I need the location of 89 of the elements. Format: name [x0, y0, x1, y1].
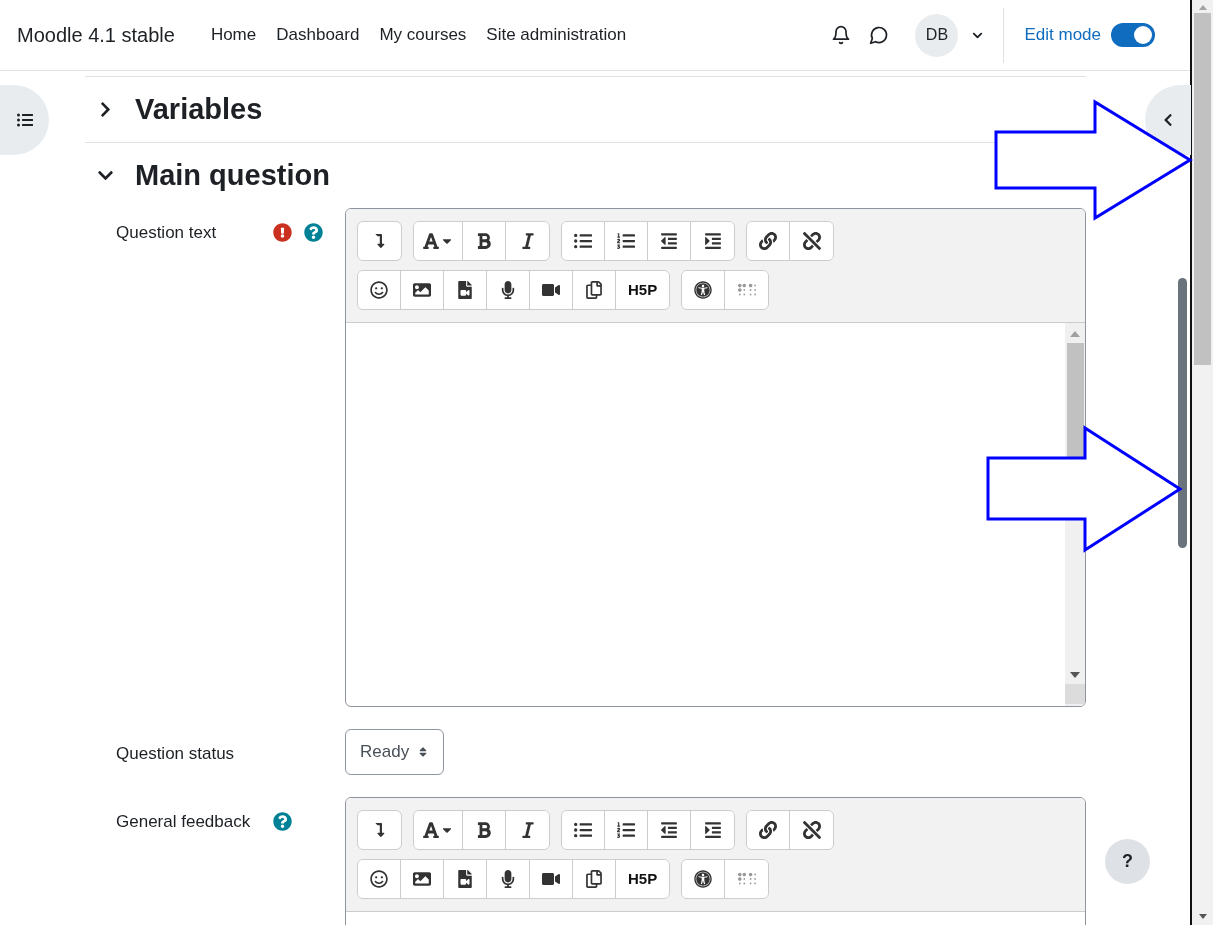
media-button[interactable]: [444, 860, 487, 898]
unlink-icon: [802, 821, 821, 839]
link-button[interactable]: [747, 222, 790, 260]
user-avatar[interactable]: DB: [915, 13, 959, 57]
link-button[interactable]: [747, 811, 790, 849]
nav-link[interactable]: My courses: [379, 22, 467, 48]
h5p-button[interactable]: H5P: [616, 271, 670, 309]
indent-icon: [703, 821, 722, 839]
bullet-list-icon: [574, 821, 592, 839]
nav-link[interactable]: Home: [210, 22, 257, 48]
field-label: Question text: [116, 222, 218, 244]
outdent-button[interactable]: [648, 811, 691, 849]
bold-icon: [475, 232, 493, 250]
help-icon[interactable]: [304, 223, 323, 242]
bullet-list-button[interactable]: [562, 811, 605, 849]
numbered-list-icon: [617, 821, 635, 839]
font-icon: [422, 232, 440, 250]
indent-button[interactable]: [691, 222, 734, 260]
manage-files-button[interactable]: [573, 271, 616, 309]
status-select[interactable]: Ready: [345, 729, 445, 775]
numbered-list-button[interactable]: [605, 811, 648, 849]
image-icon: [413, 870, 431, 888]
course-index-button[interactable]: [0, 85, 49, 155]
italic-button[interactable]: [506, 811, 549, 849]
outdent-button[interactable]: [648, 222, 691, 260]
nav-link[interactable]: Dashboard: [276, 22, 360, 48]
outdent-icon: [660, 821, 678, 839]
numbered-list-icon: [617, 232, 635, 250]
site-name[interactable]: Moodle 4.1 stable: [17, 20, 175, 50]
unlink-icon: [802, 232, 821, 250]
video-camera-icon: [542, 281, 560, 299]
edit-mode-label[interactable]: Edit mode: [1024, 22, 1101, 48]
section-heading[interactable]: Main question: [135, 153, 330, 198]
bold-icon: [475, 821, 493, 839]
indent-icon: [703, 232, 722, 250]
bullet-list-icon: [574, 232, 592, 250]
video-file-icon: [456, 281, 474, 299]
unlink-button[interactable]: [790, 222, 833, 260]
image-button[interactable]: [401, 860, 444, 898]
microphone-icon: [499, 281, 517, 299]
page-scrollbar-thumb[interactable]: [1178, 278, 1187, 548]
files-icon: [585, 281, 603, 299]
collapse-button[interactable]: [357, 810, 402, 850]
manage-files-button[interactable]: [573, 860, 616, 898]
smiley-icon: [370, 281, 388, 299]
nav-link[interactable]: Site administration: [486, 22, 627, 48]
bold-button[interactable]: [463, 222, 506, 260]
link-icon: [759, 821, 777, 839]
record-video-button[interactable]: [530, 860, 573, 898]
font-icon: [422, 821, 440, 839]
browser-scrollbar[interactable]: [1190, 0, 1213, 925]
list-icon: [16, 112, 33, 128]
emoji-button[interactable]: [358, 271, 401, 309]
record-audio-button[interactable]: [487, 271, 530, 309]
h5p-button[interactable]: H5P: [616, 860, 670, 898]
video-camera-icon: [542, 870, 560, 888]
section-heading[interactable]: Variables: [135, 87, 263, 132]
microphone-icon: [499, 870, 517, 888]
indent-button[interactable]: [691, 811, 734, 849]
link-icon: [759, 232, 777, 250]
bold-button[interactable]: [463, 811, 506, 849]
outdent-icon: [660, 232, 678, 250]
image-button[interactable]: [401, 271, 444, 309]
field-label: Question status: [116, 743, 236, 765]
accessibility-button[interactable]: [682, 271, 726, 309]
accessibility-icon: [694, 281, 713, 299]
collapse-button[interactable]: [357, 221, 402, 261]
italic-button[interactable]: [506, 222, 549, 260]
record-audio-button[interactable]: [487, 860, 530, 898]
message-icon[interactable]: [869, 25, 890, 45]
video-file-icon: [456, 870, 474, 888]
image-icon: [413, 281, 431, 299]
files-icon: [585, 870, 603, 888]
field-label: General feedback: [116, 811, 252, 833]
help-button[interactable]: ?: [1105, 839, 1150, 884]
accessibility-icon: [694, 870, 713, 888]
numbered-list-button[interactable]: [605, 222, 648, 260]
notification-bell-icon[interactable]: [831, 25, 852, 45]
unlink-button[interactable]: [790, 811, 833, 849]
font-style-button[interactable]: [414, 811, 463, 849]
emoji-button[interactable]: [358, 860, 401, 898]
accessibility-button[interactable]: [682, 860, 726, 898]
media-button[interactable]: [444, 271, 487, 309]
bullet-list-button[interactable]: [562, 222, 605, 260]
smiley-icon: [370, 870, 388, 888]
font-style-button[interactable]: [414, 222, 463, 260]
help-icon[interactable]: [273, 812, 292, 831]
record-video-button[interactable]: [530, 271, 573, 309]
edit-mode-toggle[interactable]: [1111, 23, 1155, 47]
